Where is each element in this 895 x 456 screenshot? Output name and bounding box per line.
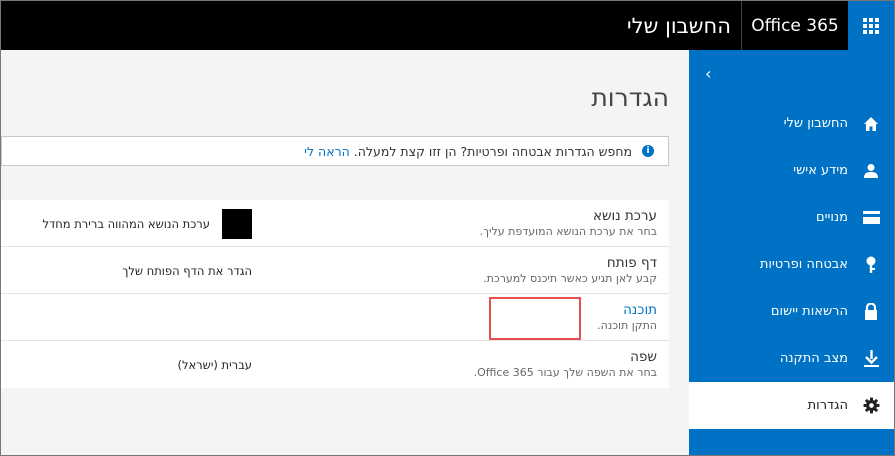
settings-row-theme[interactable]: ערכת נושא בחר את ערכת הנושא המועדפת עליך… — [1, 200, 669, 247]
sidebar-item-label: אבטחה ופרטיות — [759, 257, 848, 272]
settings-row-language[interactable]: שפה בחר את השפה שלך עבור Office 365. עבר… — [1, 341, 669, 388]
window: Office 365 החשבון שלי › החשבון שלי מידע … — [0, 0, 895, 456]
row-description: התקן תוכנה. — [597, 319, 657, 332]
row-value: הגדר את הדף הפותח שלך — [1, 247, 266, 294]
sidebar-item-label: מצב התקנה — [779, 351, 848, 366]
app-title: החשבון שלי — [626, 13, 731, 38]
theme-swatch — [222, 208, 252, 239]
main-content: הגדרות i מחפש הגדרות אבטחה ופרטיות? הן ז… — [1, 50, 689, 455]
info-icon: i — [642, 145, 654, 157]
app-launcher-icon — [863, 17, 879, 34]
sidebar-bottom-strip — [689, 446, 894, 455]
sidebar-item-app-permissions[interactable]: הרשאות יישום — [689, 288, 894, 335]
theme-value: ערכת הנושא המהווה ברירת מחדל — [42, 216, 210, 231]
notice-text: מחפש הגדרות אבטחה ופרטיות? הן זזו קצת למ… — [353, 143, 632, 159]
settings-row-software[interactable]: תוכנה התקן תוכנה. — [1, 294, 669, 341]
person-icon — [848, 163, 894, 179]
row-description: בחר את השפה שלך עבור Office 365. — [473, 366, 657, 379]
sidebar: › החשבון שלי מידע אישי מנויים אבטחה ופרט… — [689, 50, 894, 455]
sidebar-item-install-status[interactable]: מצב התקנה — [689, 335, 894, 382]
row-label: דף פותח קבע לאן תגיע כאשר תיכנס למערכת. — [483, 255, 657, 285]
row-label: שפה בחר את השפה שלך עבור Office 365. — [474, 349, 657, 379]
row-title: דף פותח — [606, 255, 657, 271]
card-icon — [848, 211, 894, 224]
sidebar-item-personal-info[interactable]: מידע אישי — [689, 147, 894, 194]
start-page-value: הגדר את הדף הפותח שלך — [122, 263, 252, 278]
page-title: הגדרות — [591, 83, 669, 112]
home-icon — [848, 116, 894, 132]
row-label: ערכת נושא בחר את ערכת הנושא המועדפת עליך… — [480, 208, 657, 238]
sidebar-item-label: מידע אישי — [793, 163, 848, 178]
key-icon — [848, 256, 894, 274]
sidebar-item-label: הרשאות יישום — [770, 304, 848, 319]
chevron-right-icon[interactable]: › — [705, 64, 711, 83]
row-title: ערכת נושא — [592, 208, 657, 224]
row-value: ערכת הנושא המהווה ברירת מחדל — [1, 200, 266, 247]
show-me-link[interactable]: הראה לי — [304, 144, 350, 159]
download-icon — [848, 350, 894, 367]
sidebar-item-label: החשבון שלי — [783, 116, 848, 131]
gear-icon — [848, 397, 894, 414]
software-link[interactable]: תוכנה — [597, 302, 657, 318]
row-title: שפה — [630, 349, 657, 365]
sidebar-item-security-privacy[interactable]: אבטחה ופרטיות — [689, 241, 894, 288]
info-notice: i מחפש הגדרות אבטחה ופרטיות? הן זזו קצת … — [1, 136, 669, 166]
row-label: תוכנה התקן תוכנה. — [597, 302, 657, 332]
sidebar-item-label: הגדרות — [807, 398, 848, 413]
row-value: עברית (ישראל) — [1, 341, 266, 388]
highlight-box — [489, 297, 581, 340]
settings-row-start-page[interactable]: דף פותח קבע לאן תגיע כאשר תיכנס למערכת. … — [1, 247, 669, 294]
sidebar-item-settings[interactable]: הגדרות — [689, 382, 894, 429]
lock-icon — [848, 303, 894, 320]
language-value: עברית (ישראל) — [177, 357, 252, 372]
sidebar-item-subscriptions[interactable]: מנויים — [689, 194, 894, 241]
top-bar: Office 365 החשבון שלי — [1, 1, 894, 50]
row-description: קבע לאן תגיע כאשר תיכנס למערכת. — [483, 272, 657, 285]
app-launcher-button[interactable] — [848, 1, 894, 50]
row-description: בחר את ערכת הנושא המועדפת עליך. — [479, 225, 657, 238]
sidebar-item-label: מנויים — [815, 210, 848, 225]
sidebar-item-my-account[interactable]: החשבון שלי — [689, 100, 894, 147]
office-365-brand[interactable]: Office 365 — [741, 1, 848, 50]
settings-list: ערכת נושא בחר את ערכת הנושא המועדפת עליך… — [1, 200, 669, 388]
